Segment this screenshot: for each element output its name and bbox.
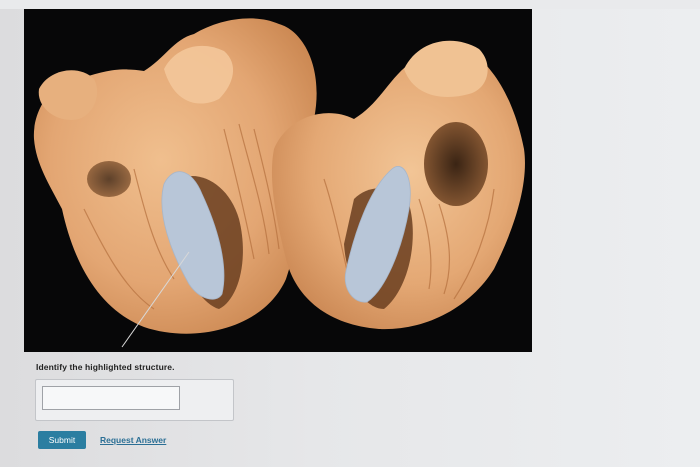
submit-button[interactable]: Submit xyxy=(38,431,86,449)
heart-specimen-image xyxy=(24,9,532,352)
question-prompt: Identify the highlighted structure. xyxy=(36,362,175,372)
answer-input[interactable] xyxy=(42,386,180,410)
answer-panel xyxy=(35,379,234,421)
top-strip xyxy=(0,0,700,9)
heart-specimen-illustration xyxy=(33,18,525,348)
request-answer-link[interactable]: Request Answer xyxy=(100,435,166,445)
